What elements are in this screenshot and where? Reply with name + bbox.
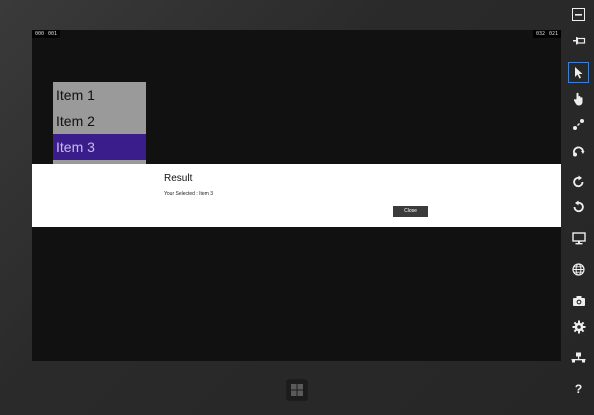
camera-icon <box>572 295 585 306</box>
list-item-2[interactable]: Item 2 <box>53 108 146 134</box>
pin-icon <box>572 36 585 44</box>
change-resolution-button[interactable] <box>568 228 589 249</box>
help-icon: ? <box>574 381 583 396</box>
hand-icon <box>573 92 582 105</box>
touch-mode-button[interactable] <box>568 88 589 109</box>
rotation-touch-button[interactable] <box>568 140 589 161</box>
frame-counter-value: 032 <box>535 31 545 37</box>
globe-icon <box>572 263 585 276</box>
help-button[interactable]: ? <box>568 378 589 399</box>
network-icon <box>571 352 586 363</box>
frame-counter-right: 032 021 <box>532 30 561 38</box>
mouse-mode-button[interactable] <box>568 62 589 83</box>
windows-logo-icon <box>291 384 303 396</box>
pinch-icon <box>573 119 584 130</box>
close-button[interactable]: Close <box>393 206 428 217</box>
screenshot-button[interactable] <box>568 290 589 311</box>
always-on-top-button[interactable] <box>568 30 589 51</box>
result-dialog: Result Your Selected : Item 3 Close <box>32 164 561 227</box>
rotate-touch-icon <box>573 146 585 156</box>
minimize-button[interactable] <box>568 4 589 25</box>
frame-counter-left: 000 001 <box>32 30 61 38</box>
rotate-counterclockwise-button[interactable] <box>568 196 589 217</box>
screenshot-settings-button[interactable] <box>568 316 589 337</box>
gear-icon <box>572 320 585 333</box>
dialog-title: Result <box>164 173 193 184</box>
dialog-message: Your Selected : Item 3 <box>164 191 214 197</box>
frame-counter-value: 001 <box>48 31 58 37</box>
monitor-icon <box>571 232 586 245</box>
items-listbox[interactable]: Item 1 Item 2 Item 3 <box>53 82 146 172</box>
network-button[interactable] <box>568 347 589 368</box>
frame-counter-value: 000 <box>35 31 45 37</box>
list-item-1[interactable]: Item 1 <box>53 82 146 108</box>
rotate-clockwise-button[interactable] <box>568 171 589 192</box>
pinch-zoom-button[interactable] <box>568 114 589 135</box>
rotate-ccw-icon <box>573 200 584 213</box>
minimize-icon <box>572 8 585 21</box>
app-screen: 000 001 032 021 Item 1 Item 2 Item 3 Res… <box>32 30 561 361</box>
windows-button[interactable] <box>285 378 309 402</box>
cursor-icon <box>574 67 582 79</box>
frame-counter-value: 021 <box>548 31 558 37</box>
set-location-button[interactable] <box>568 259 589 280</box>
simulator-toolbar: ? <box>563 0 594 415</box>
list-item-3-selected[interactable]: Item 3 <box>53 134 146 160</box>
rotate-cw-icon <box>573 175 584 188</box>
